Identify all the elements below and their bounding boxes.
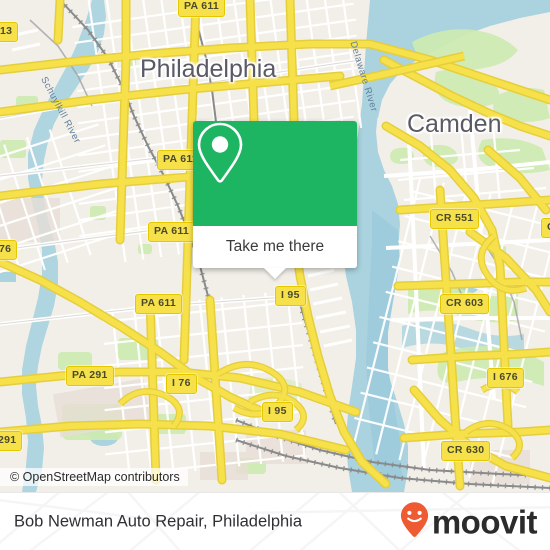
road-shield: PA 291 (66, 366, 114, 386)
road-shield: CR 551 (430, 209, 480, 229)
road-shield: CR 630 (441, 441, 491, 461)
road-shield: I 95 (275, 286, 306, 306)
road-shield: I 95 (262, 402, 293, 422)
popup-icon-area (193, 121, 357, 226)
map-canvas[interactable]: Philadelphia Camden Schuylkill River Del… (0, 0, 550, 492)
road-shield: I 676 (487, 368, 524, 388)
road-shield: I 76 (166, 374, 197, 394)
moovit-smiley-pin-icon (400, 502, 429, 543)
moovit-wordmark: moovit (431, 503, 538, 541)
place-label-philadelphia: Philadelphia (140, 55, 277, 83)
moovit-brand[interactable]: moovit (400, 502, 538, 543)
road-shield: CR 603 (440, 294, 490, 314)
road-shield: 76 (0, 240, 18, 260)
take-me-there-label[interactable]: Take me there (193, 226, 357, 268)
take-me-there-popup[interactable]: Take me there (193, 121, 357, 279)
road-shield: PA 611 (178, 0, 226, 17)
road-shield: 13 (0, 22, 19, 42)
road-shield: CR (541, 218, 550, 238)
map-attribution[interactable]: © OpenStreetMap contributors (0, 468, 188, 486)
road-shield: PA 611 (148, 222, 196, 242)
popup-pointer (264, 268, 286, 279)
page-title: Bob Newman Auto Repair, Philadelphia (14, 512, 303, 531)
road-shield: 291 (0, 431, 23, 451)
place-label-camden: Camden (407, 110, 502, 138)
map-screenshot: Philadelphia Camden Schuylkill River Del… (0, 0, 550, 550)
footer-bar: Bob Newman Auto Repair, Philadelphia moo… (0, 492, 550, 550)
road-shield: PA 611 (135, 294, 183, 314)
